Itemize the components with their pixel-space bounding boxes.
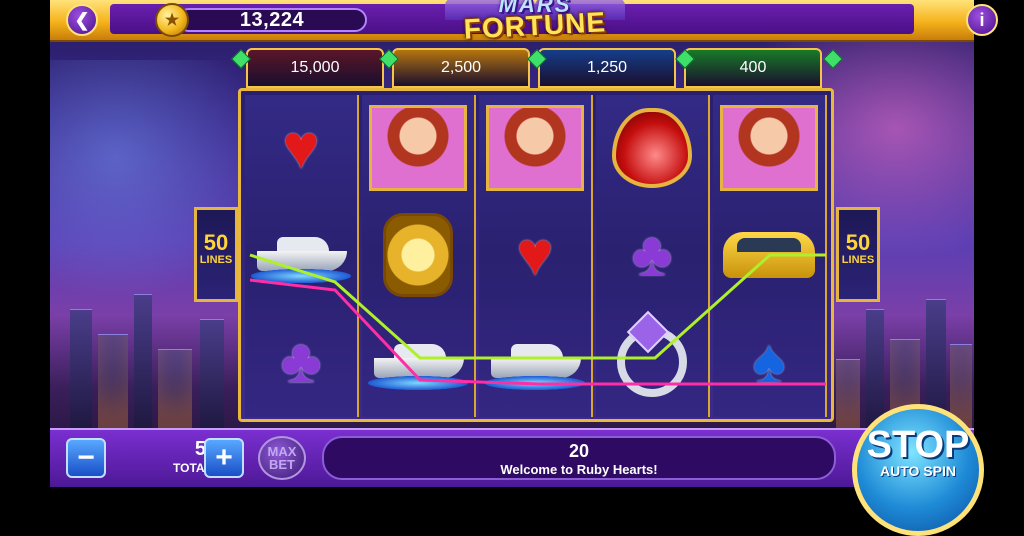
reel-cell: ♣ [245,309,357,414]
club-symbol-icon: ♣ [631,219,673,289]
slot-reels[interactable]: ♥ ♣ ♥ ♣ ♠ [238,88,834,422]
building [866,309,884,430]
reel-5: ♠ [713,95,827,417]
jackpot-tier-2: 2,500 [392,48,530,88]
watch-symbol-icon [383,212,453,297]
reel-cell [362,95,474,200]
portrait-symbol-icon [486,104,584,191]
win-amount: 20 [568,441,590,461]
lines-label: LINES [199,254,233,266]
jackpot-value: 2,500 [440,59,482,76]
city-skyline-left [50,290,250,430]
building [70,309,92,430]
yacht-symbol-icon [251,225,351,285]
building [836,359,860,430]
building [98,334,128,430]
stop-autospin-button[interactable]: STOP AUTO SPIN [852,404,984,536]
reel-cell [362,309,474,414]
info-icon: i [979,9,985,30]
building [158,349,192,430]
building [134,294,152,430]
reel-cell [713,95,825,200]
club-symbol-icon: ♣ [280,326,322,396]
lines-number: 50 [845,230,871,255]
heart-symbol-icon: ♥ [282,112,320,182]
jackpot-tier-4: 400 [684,48,822,88]
reel-cell [596,95,708,200]
minus-icon: − [77,441,95,474]
coin-icon: ★ [155,3,189,37]
reel-cell [479,309,591,414]
jackpot-tier-1: 15,000 [246,48,384,88]
game-logo: MARS FORTUNE [445,0,625,48]
car-symbol-icon [723,231,815,278]
lines-number: 50 [203,230,229,255]
reel-cell: ♣ [596,202,708,307]
reel-cell [713,202,825,307]
plus-icon: + [215,441,233,474]
chevron-left-icon: ❮ [74,9,90,30]
reel-cell: ♠ [713,309,825,414]
max-bet-line2: BET [269,457,295,472]
jackpot-value: 400 [739,59,767,76]
yacht-symbol-icon [485,332,585,392]
reel-2 [362,95,476,417]
portrait-symbol-icon [720,104,818,191]
lines-indicator-left: 50 LINES [194,207,238,302]
back-button[interactable]: ❮ [66,4,98,36]
spade-symbol-icon: ♠ [752,326,786,396]
message-panel: 20 Welcome to Ruby Hearts! [322,436,836,480]
reel-4: ♣ [596,95,710,417]
reel-cell: ♥ [245,95,357,200]
portrait-symbol-icon [369,104,467,191]
stop-label: STOP [866,424,970,466]
jackpot-value: 15,000 [290,59,340,76]
max-bet-button[interactable]: MAX BET [258,436,306,480]
info-button[interactable]: i [966,4,998,36]
increase-bet-button[interactable]: + [204,438,244,478]
reel-3: ♥ [479,95,593,417]
balance-display: 13,224 ★ [155,3,370,37]
reel-cell [479,95,591,200]
ruby-gem-symbol-icon [612,107,692,188]
reel-cell [362,202,474,307]
building [200,319,224,430]
reel-cell [596,309,708,414]
ring-symbol-icon [617,326,687,397]
balance-value: 13,224 [177,8,367,32]
lines-label: LINES [841,254,875,266]
reel-cell: ♥ [479,202,591,307]
jackpot-value: 1,250 [586,59,628,76]
heart-symbol-icon: ♥ [516,219,554,289]
reel-cell [245,202,357,307]
jackpot-tier-3: 1,250 [538,48,676,88]
decrease-bet-button[interactable]: − [66,438,106,478]
yacht-symbol-icon [368,332,468,392]
lines-indicator-right: 50 LINES [836,207,880,302]
reel-1: ♥ ♣ [245,95,359,417]
status-message: Welcome to Ruby Hearts! [500,462,658,477]
